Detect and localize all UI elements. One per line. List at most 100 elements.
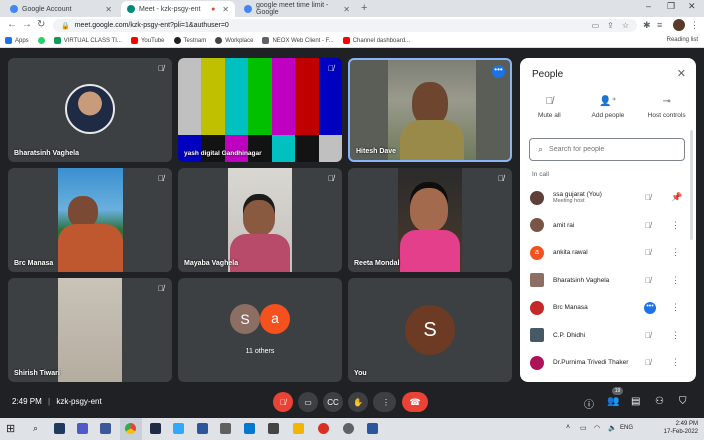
tray-chevron-icon[interactable]: ˄ — [566, 424, 570, 431]
add-people-button[interactable]: 👤⁺ Add people — [580, 96, 635, 119]
mic-off-icon[interactable]: 🎙̸ — [645, 221, 651, 230]
more-vert-icon[interactable]: ⋮ — [671, 220, 680, 231]
list-item[interactable]: a ankita rawal 🎙̸ ⋮ — [520, 239, 696, 267]
maximize-icon[interactable]: ❐ — [667, 1, 675, 12]
app-icon[interactable] — [318, 423, 329, 434]
close-tab-icon[interactable]: ✕ — [222, 5, 229, 14]
pin-icon[interactable]: 📌 — [671, 192, 682, 203]
media-control-icon[interactable]: ≡ — [657, 20, 662, 30]
network-icon[interactable]: ▭ — [580, 424, 587, 432]
search-people-field[interactable]: ⌕ — [529, 138, 685, 161]
captions-button[interactable]: CC — [323, 392, 343, 412]
teams-icon[interactable] — [77, 423, 88, 434]
close-panel-icon[interactable]: ✕ — [677, 67, 686, 80]
url-text[interactable]: meet.google.com/kzk-psgy-ent?pli=1&authu… — [75, 22, 229, 29]
new-tab-icon[interactable]: + — [361, 2, 367, 14]
close-tab-icon[interactable]: ✕ — [105, 5, 112, 14]
mic-toggle-button[interactable]: 🎙̸ — [273, 392, 293, 412]
app-icon[interactable] — [293, 423, 304, 434]
volume-icon[interactable]: 🔈 — [608, 424, 617, 432]
camera-toggle-button[interactable]: ▭ — [298, 392, 318, 412]
more-vert-icon[interactable]: ⋮ — [671, 247, 680, 258]
reading-list[interactable]: Reading list — [667, 37, 698, 43]
bookmark-youtube[interactable]: YouTube — [130, 37, 165, 44]
camera-indicator-icon[interactable]: ▭ — [592, 21, 600, 30]
list-item[interactable]: Bharatsinh Vaghela 🎙̸ ⋮ — [520, 267, 696, 295]
browser-tab-active[interactable]: Meet - kzk-psgy-ent ● ✕ — [121, 1, 235, 17]
windows-start-icon[interactable]: ⊞ — [6, 422, 15, 435]
more-vert-icon[interactable]: ⋮ — [671, 302, 680, 313]
bookmark-virtual-class[interactable]: VIRTUAL CLASS TI... — [53, 37, 122, 44]
list-item[interactable]: ssa gujarat (You) Meeting host 🎙̸ 📌 — [520, 184, 696, 212]
people-icon[interactable]: 👥 — [607, 396, 619, 407]
close-tab-icon[interactable]: ✕ — [343, 5, 350, 14]
share-icon[interactable]: ⇪ — [607, 21, 614, 30]
list-item[interactable]: amit rai 🎙̸ ⋮ — [520, 212, 696, 240]
reload-icon[interactable]: ↻ — [37, 20, 45, 30]
task-view-icon[interactable] — [54, 423, 65, 434]
participant-tile[interactable]: 🎙̸ yash digital Gandhinagar — [178, 58, 342, 162]
more-vert-icon[interactable]: ⋮ — [671, 330, 680, 341]
participant-tile[interactable]: 🎙̸ Reeta Mondal — [348, 168, 512, 272]
mute-all-button[interactable]: 🎙̸ Mute all — [522, 96, 577, 119]
app-icon[interactable] — [343, 423, 354, 434]
more-vert-icon[interactable]: ⋮ — [671, 357, 680, 368]
back-arrow-icon[interactable]: ← — [7, 20, 17, 30]
close-window-icon[interactable]: ✕ — [688, 1, 696, 12]
leave-call-button[interactable]: ☎ — [402, 392, 428, 412]
system-clock[interactable]: 2:49 PM 17-Feb-2022 — [664, 420, 698, 436]
profile-avatar[interactable] — [673, 19, 685, 31]
participant-tile[interactable]: 🎙̸ Bharatsinh Vaghela — [8, 58, 172, 162]
raise-hand-button[interactable]: ✋ — [348, 392, 368, 412]
bookmark-testnam[interactable]: Testnam — [173, 37, 206, 44]
photoshop-icon[interactable] — [173, 423, 184, 434]
mic-off-icon[interactable]: 🎙̸ — [645, 331, 651, 340]
more-vert-icon[interactable]: ⋮ — [671, 275, 680, 286]
more-options-button[interactable]: ⋮ — [376, 392, 396, 412]
address-bar[interactable]: 🔒 meet.google.com/kzk-psgy-ent?pli=1&aut… — [53, 19, 637, 32]
list-item[interactable]: Dr.Purnima Trivedi Thaker 🎙̸ ⋮ — [520, 349, 696, 377]
activities-icon[interactable]: ⚇ — [655, 396, 664, 407]
app-icon[interactable] — [197, 423, 208, 434]
participant-tile[interactable]: 🎙̸ Shirish Tiwari — [8, 278, 172, 382]
mic-off-icon[interactable]: 🎙̸ — [645, 276, 651, 285]
mic-off-icon[interactable]: 🎙̸ — [645, 358, 651, 367]
host-controls-button[interactable]: ⊸ Host controls — [639, 96, 694, 119]
premiere-icon[interactable] — [150, 423, 161, 434]
others-tile[interactable]: S a 11 others — [178, 278, 342, 382]
bookmark-apps[interactable]: Apps — [5, 37, 29, 44]
list-item[interactable]: Brc Manasa ••• ⋮ — [520, 294, 696, 322]
mic-off-icon[interactable]: 🎙̸ — [645, 248, 651, 257]
list-item[interactable]: C.P. Dhidhi 🎙̸ ⋮ — [520, 322, 696, 350]
mic-off-icon[interactable]: 🎙̸ — [645, 193, 651, 202]
participant-tile[interactable]: 🎙̸ Mayaba Vaghela — [178, 168, 342, 272]
bookmark-neox[interactable]: NEOX Web Client - F... — [262, 37, 334, 44]
minimize-icon[interactable]: – — [646, 1, 651, 11]
language-indicator[interactable]: ENG — [620, 425, 633, 431]
search-people-input[interactable] — [549, 146, 670, 153]
browser-tab[interactable]: google meet time limit - Google ✕ — [238, 1, 356, 17]
bookmark-workplace[interactable]: Workplace — [215, 37, 253, 44]
app-icon[interactable] — [244, 423, 255, 434]
self-tile[interactable]: S You — [348, 278, 512, 382]
chrome-icon[interactable] — [125, 423, 136, 434]
meeting-info-icon[interactable]: ⓘ — [584, 396, 594, 411]
more-options-icon[interactable]: ••• — [492, 65, 505, 78]
browser-tab[interactable]: Google Account ✕ — [4, 1, 118, 17]
extensions-icon[interactable]: ✱ — [643, 20, 651, 31]
app-icon[interactable] — [268, 423, 279, 434]
participant-tile[interactable]: 🎙̸ Brc Manasa — [8, 168, 172, 272]
search-icon[interactable]: ⌕ — [33, 423, 38, 434]
word-icon[interactable] — [367, 423, 378, 434]
app-icon[interactable] — [220, 423, 231, 434]
wifi-icon[interactable]: ◠ — [594, 424, 600, 432]
chrome-menu-icon[interactable]: ⋮ — [690, 20, 699, 31]
bookmark-star-icon[interactable]: ☆ — [622, 21, 629, 30]
chat-icon[interactable]: ▤ — [631, 396, 640, 407]
forward-arrow-icon[interactable]: → — [22, 20, 32, 30]
participant-tile-pinned[interactable]: ••• Hitesh Dave — [348, 58, 512, 162]
bookmark-whatsapp[interactable] — [37, 37, 45, 44]
host-controls-icon[interactable]: ⛉ — [679, 396, 687, 407]
bookmark-channel[interactable]: Channel dashboard... — [342, 37, 410, 44]
file-explorer-icon[interactable] — [100, 423, 111, 434]
